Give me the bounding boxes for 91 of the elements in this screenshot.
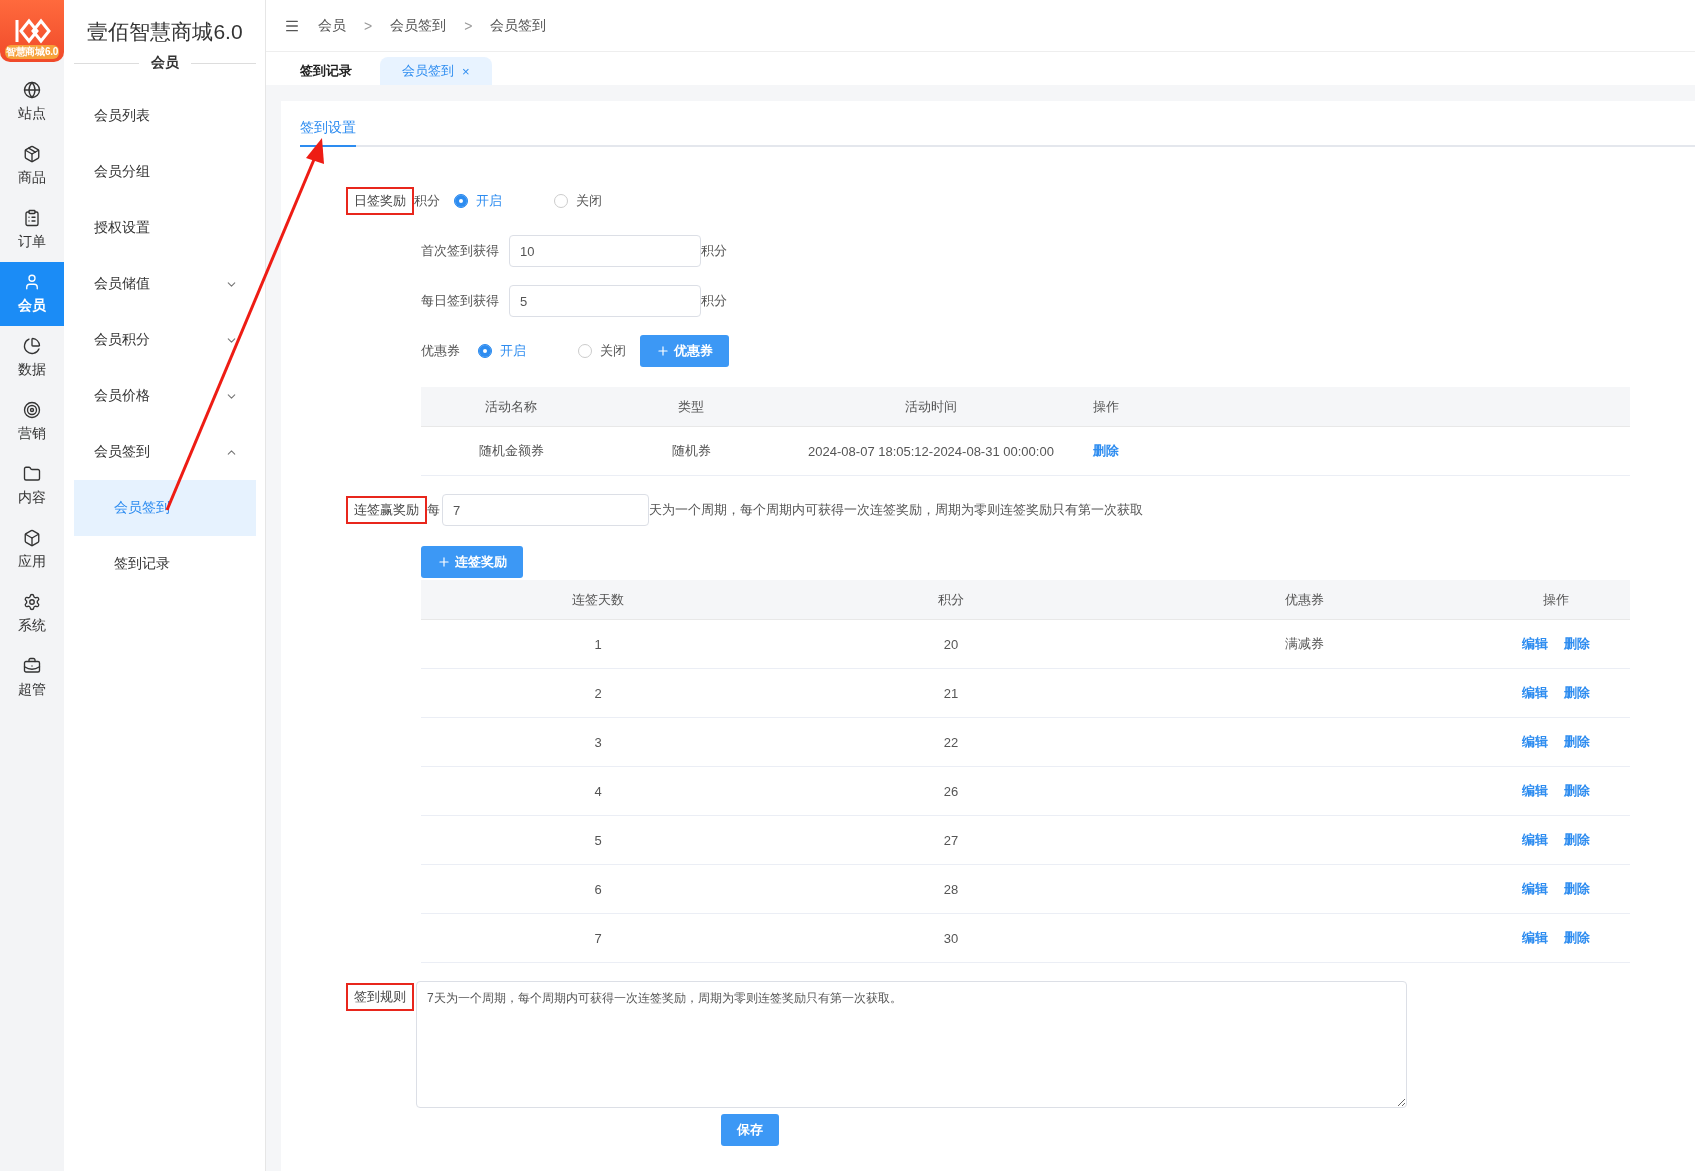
table-cell: 7 (421, 914, 775, 963)
table-header-cell: 类型 (601, 387, 781, 427)
table-cell: 2024-08-07 18:05:12-2024-08-31 00:00:00 (781, 427, 1081, 476)
table-header-cell: 优惠券 (1127, 580, 1481, 620)
menu-item[interactable]: 会员分组 (74, 144, 256, 200)
radio-option[interactable]: 关闭 (554, 192, 602, 210)
table-cell: 4 (421, 767, 775, 816)
nav-rail-item[interactable]: 订单 (0, 198, 64, 262)
table-cell: 随机券 (601, 427, 781, 476)
table-header-cell: 活动名称 (421, 387, 601, 427)
globe-icon (23, 81, 41, 99)
points-input[interactable]: 10 (509, 235, 701, 267)
section-label: 签到规则 (346, 983, 414, 1011)
nav-rail-item[interactable]: 系统 (0, 582, 64, 646)
unit-label: 积分 (701, 292, 727, 310)
table-cell: 28 (775, 865, 1127, 914)
action-link[interactable]: 删除 (1563, 929, 1590, 947)
plus-icon (656, 344, 670, 358)
pie-chart-icon (23, 337, 41, 355)
table-header-cell: 活动时间 (781, 387, 1081, 427)
field-label: 积分 (414, 192, 440, 210)
table-cell: 6 (421, 865, 775, 914)
nav-rail-item[interactable]: 应用 (0, 518, 64, 582)
breadcrumb-separator: > (364, 17, 373, 34)
rules-textarea[interactable]: 7天为一个周期，每个周期内可获得一次连签奖励，周期为零则连签奖励只有第一次获取。 (416, 981, 1407, 1108)
points-input[interactable]: 5 (509, 285, 701, 317)
action-link[interactable]: 删除 (1563, 782, 1590, 800)
menu-item[interactable]: 会员积分 (74, 312, 256, 368)
table-header-cell: 操作 (1481, 580, 1630, 620)
menu-item[interactable]: 授权设置 (74, 200, 256, 256)
app-logo: 智慧商城6.0 (0, 0, 64, 62)
menu-item[interactable]: 会员签到 (74, 424, 256, 480)
table-cell: 2 (421, 669, 775, 718)
table-cell: 30 (775, 914, 1127, 963)
section-label: 日签奖励 (346, 187, 414, 215)
breadcrumb-item[interactable]: 会员 (318, 16, 346, 35)
settings-icon (23, 593, 41, 611)
clipboard-icon (23, 209, 41, 227)
page-tab[interactable]: 签到记录 (278, 57, 374, 85)
breadcrumb-separator: > (464, 17, 473, 34)
menu-item[interactable]: 会员列表 (74, 88, 256, 144)
action-link[interactable]: 删除 (1563, 880, 1590, 898)
breadcrumb-item[interactable]: 会员签到 (390, 16, 447, 35)
table-cell: 5 (421, 816, 775, 865)
submenu-item[interactable]: 签到记录 (74, 536, 256, 592)
section-label: 连签赢奖励 (346, 496, 427, 524)
radio-option[interactable]: 开启 (454, 192, 502, 210)
nav-rail-item[interactable]: 内容 (0, 454, 64, 518)
section-heading: 会员 (151, 54, 179, 72)
table-cell: 满减券 (1127, 620, 1481, 669)
cube-icon (23, 529, 41, 547)
table-cell: 随机金额券 (421, 427, 601, 476)
field-label: 每 (427, 501, 440, 519)
cycle-input[interactable]: 7 (442, 494, 649, 526)
table-header-cell: 连签天数 (421, 580, 775, 620)
field-label: 每日签到获得 (421, 292, 499, 310)
table-cell: 27 (775, 816, 1127, 865)
field-label: 首次签到获得 (421, 242, 499, 260)
table-cell: 20 (775, 620, 1127, 669)
nav-rail-item[interactable]: 站点 (0, 70, 64, 134)
table-cell: 22 (775, 718, 1127, 767)
table-header-cell: 操作 (1081, 387, 1630, 427)
radio-option[interactable]: 关闭 (578, 342, 626, 360)
folder-icon (23, 465, 41, 483)
action-link[interactable]: 删除 (1563, 831, 1590, 849)
package-icon (23, 145, 41, 163)
table-cell: 21 (775, 669, 1127, 718)
action-link[interactable]: 删除 (1563, 684, 1590, 702)
unit-label: 积分 (701, 242, 727, 260)
nav-rail-item[interactable]: 营销 (0, 390, 64, 454)
nav-rail-item[interactable]: 商品 (0, 134, 64, 198)
user-icon (23, 273, 41, 291)
briefcase-icon (23, 657, 41, 675)
action-link[interactable]: 删除 (1563, 733, 1590, 751)
breadcrumb-item[interactable]: 会员签到 (490, 16, 547, 35)
app-title: 壹佰智慧商城6.0 (86, 19, 244, 45)
field-label: 优惠券 (421, 342, 460, 360)
target-icon (23, 401, 41, 419)
delete-link[interactable]: 删除 (1093, 442, 1119, 460)
nav-rail-item[interactable]: 数据 (0, 326, 64, 390)
table-cell: 26 (775, 767, 1127, 816)
plus-icon (437, 555, 451, 569)
table-header-cell: 积分 (775, 580, 1127, 620)
table-cell: 3 (421, 718, 775, 767)
radio-option[interactable]: 开启 (478, 342, 526, 360)
nav-rail-item[interactable]: 超管 (0, 646, 64, 710)
menu-item[interactable]: 会员储值 (74, 256, 256, 312)
menu-item[interactable]: 会员价格 (74, 368, 256, 424)
action-link[interactable]: 删除 (1563, 635, 1590, 653)
help-text: 天为一个周期，每个周期内可获得一次连签奖励，周期为零则连签奖励只有第一次获取 (649, 501, 1143, 519)
table-cell: 1 (421, 620, 775, 669)
